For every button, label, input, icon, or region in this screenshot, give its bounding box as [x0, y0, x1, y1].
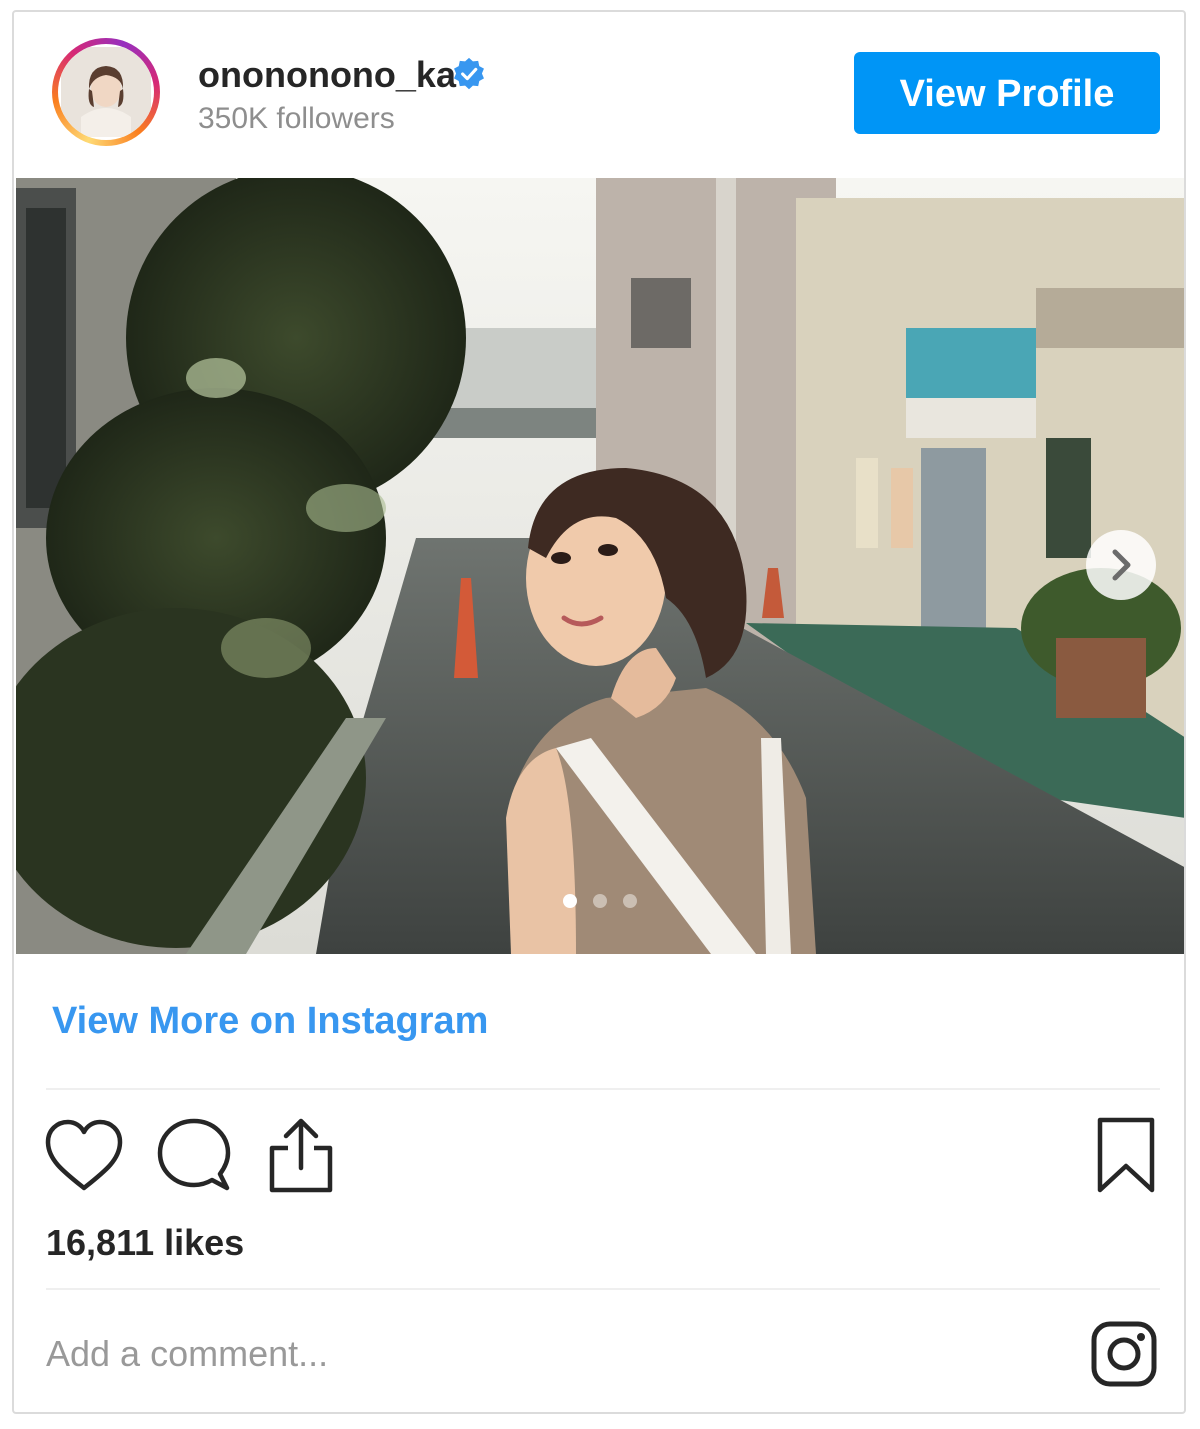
- view-profile-button[interactable]: View Profile: [854, 52, 1160, 134]
- avatar-story-ring[interactable]: [52, 38, 160, 146]
- post-photo-image: [16, 178, 1184, 954]
- carousel-dot: [623, 894, 637, 908]
- carousel-dot: [563, 894, 577, 908]
- view-more-on-instagram-link[interactable]: View More on Instagram: [52, 1000, 488, 1043]
- divider: [46, 1288, 1160, 1290]
- verified-badge-icon: [454, 57, 484, 90]
- heart-icon[interactable]: [44, 1118, 124, 1194]
- avatar[interactable]: [58, 44, 154, 140]
- comment-bubble-icon[interactable]: [154, 1116, 234, 1196]
- username[interactable]: onononono_ka: [198, 54, 456, 96]
- profile-photo: [61, 47, 151, 137]
- like-count: 16,811 likes: [46, 1222, 245, 1263]
- add-comment-input[interactable]: [46, 1324, 946, 1384]
- instagram-logo-icon[interactable]: [1090, 1320, 1158, 1388]
- next-photo-button[interactable]: [1086, 530, 1156, 600]
- chevron-right-icon: [1112, 549, 1131, 581]
- divider: [46, 1088, 1160, 1090]
- follower-count: 350K followers: [198, 102, 395, 135]
- instagram-embed-card: onononono_ka 350K followers View Profile: [12, 10, 1186, 1414]
- share-icon[interactable]: [264, 1116, 338, 1196]
- post-photo[interactable]: [16, 178, 1184, 954]
- carousel-dot: [593, 894, 607, 908]
- bookmark-icon[interactable]: [1094, 1116, 1158, 1196]
